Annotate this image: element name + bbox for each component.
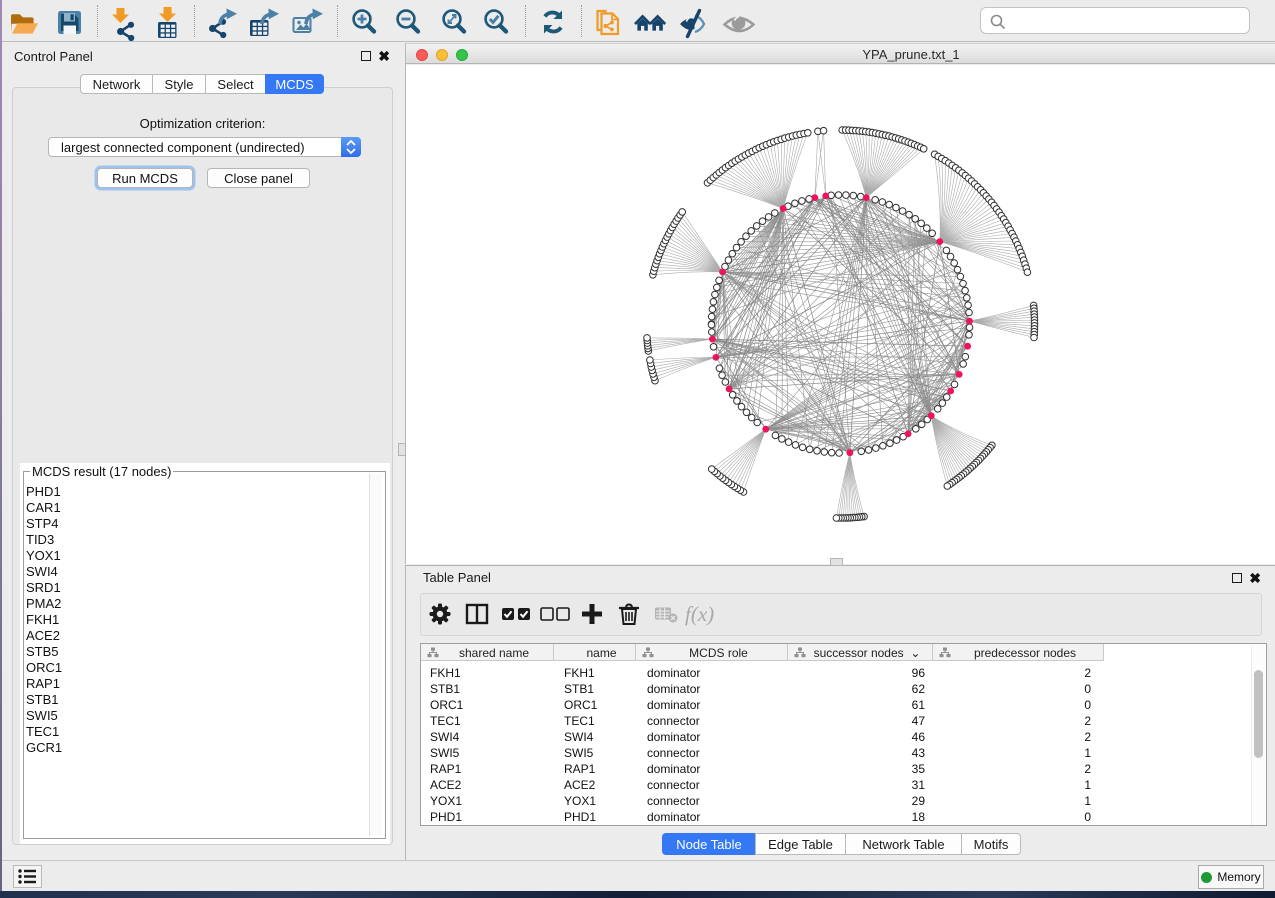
svg-text:f(x): f(x) bbox=[685, 602, 714, 626]
